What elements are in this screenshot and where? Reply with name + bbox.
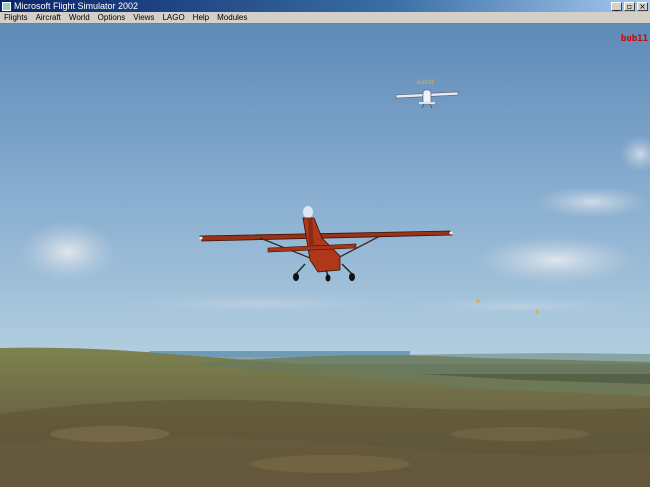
3d-viewport[interactable]: bub11 bub11 xyxy=(0,24,650,487)
minimize-icon[interactable]: _ xyxy=(611,1,622,11)
menu-help[interactable]: Help xyxy=(189,12,213,23)
menu-options[interactable]: Options xyxy=(94,12,130,23)
menu-aircraft[interactable]: Aircraft xyxy=(32,12,65,23)
close-icon[interactable]: × xyxy=(637,1,648,11)
other-aircraft-label: bub11 xyxy=(417,80,435,86)
app-icon[interactable] xyxy=(2,1,11,11)
menu-views[interactable]: Views xyxy=(129,12,158,23)
restore-icon[interactable]: ▫ xyxy=(624,1,635,11)
player-callsign-label: bub11 xyxy=(620,34,648,44)
menu-bar: Flights Aircraft World Options Views LAG… xyxy=(0,12,650,24)
menu-modules[interactable]: Modules xyxy=(213,12,251,23)
scene-render xyxy=(0,24,650,487)
menu-flights[interactable]: Flights xyxy=(0,12,32,23)
menu-lago[interactable]: LAGO xyxy=(158,12,188,23)
flight-sim-window: Microsoft Flight Simulator 2002 _ ▫ × Fl… xyxy=(0,0,650,487)
title-bar[interactable]: Microsoft Flight Simulator 2002 _ ▫ × xyxy=(0,0,650,12)
window-title: Microsoft Flight Simulator 2002 xyxy=(14,1,139,11)
menu-world[interactable]: World xyxy=(65,12,94,23)
